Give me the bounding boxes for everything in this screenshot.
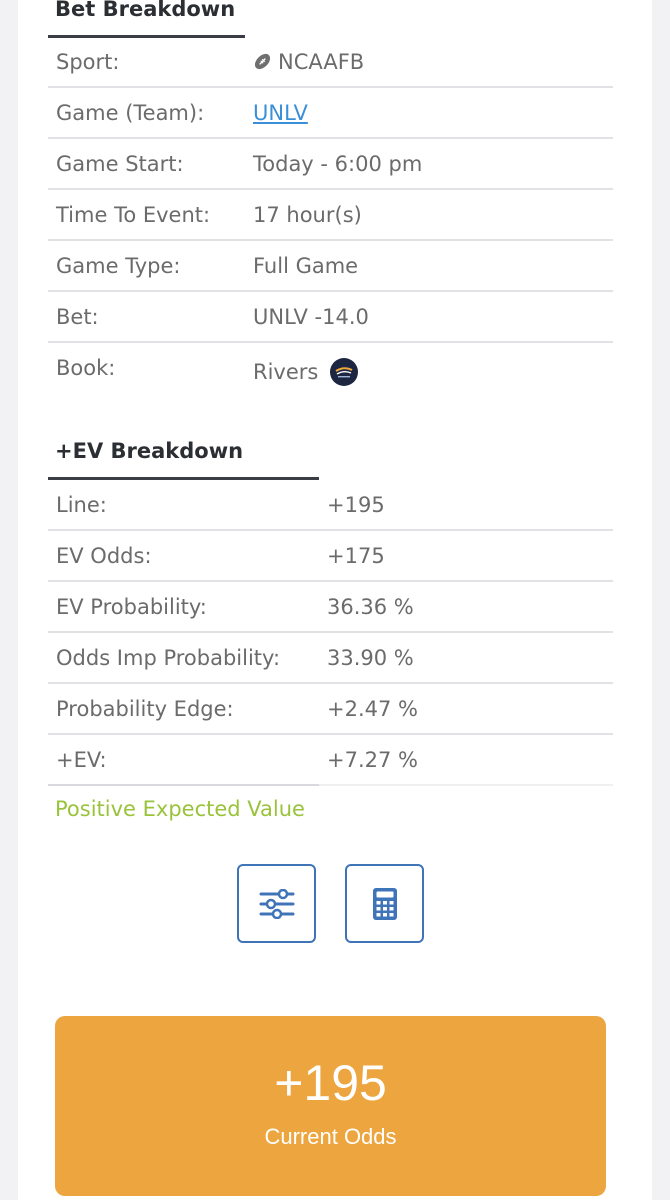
book-value-text: Rivers: [253, 360, 319, 384]
settings-button[interactable]: [237, 864, 316, 943]
ev-probability-value: 36.36 %: [327, 595, 414, 619]
team-link[interactable]: UNLV: [253, 88, 308, 139]
bet-value: UNLV -14.0: [253, 305, 369, 329]
row-book: Book: Rivers: [48, 343, 613, 398]
bet-label: Bet:: [56, 305, 99, 329]
game-team-label: Game (Team):: [56, 101, 205, 125]
rivers-logo-icon: [330, 358, 359, 386]
row-probability-edge: Probability Edge: +2.47 %: [48, 684, 613, 735]
plus-ev-value: +7.27 %: [327, 748, 418, 772]
ev-odds-value: +175: [327, 544, 385, 568]
odds-imp-probability-value: 33.90 %: [327, 646, 414, 670]
line-value: +195: [327, 493, 385, 517]
current-odds-value: +195: [274, 1055, 387, 1111]
row-plus-ev: +EV: +7.27 %: [48, 735, 613, 786]
plus-ev-label: +EV:: [56, 748, 107, 772]
sport-label: Sport:: [56, 50, 120, 74]
ev-verdict: Positive Expected Value: [55, 797, 305, 821]
plus-ev-underline: [48, 784, 319, 786]
row-game-type: Game Type: Full Game: [48, 241, 613, 292]
row-game-team: Game (Team): UNLV: [48, 88, 613, 139]
row-ev-probability: EV Probability: 36.36 %: [48, 582, 613, 633]
sport-value: NCAAFB: [253, 37, 364, 88]
ev-probability-label: EV Probability:: [56, 595, 207, 619]
row-time-to-event: Time To Event: 17 hour(s): [48, 190, 613, 241]
row-line: Line: +195: [48, 480, 613, 531]
sliders-icon: [259, 888, 294, 919]
game-type-value: Full Game: [253, 254, 359, 278]
game-start-label: Game Start:: [56, 152, 184, 176]
row-odds-imp-probability: Odds Imp Probability: 33.90 %: [48, 633, 613, 684]
row-sport: Sport: NCAAFB: [48, 37, 613, 88]
time-to-event-value: 17 hour(s): [253, 203, 362, 227]
bet-breakdown-title: Bet Breakdown: [55, 0, 236, 21]
calculator-icon: [372, 887, 397, 920]
line-label: Line:: [56, 493, 107, 517]
row-bet: Bet: UNLV -14.0: [48, 292, 613, 343]
sport-value-text: NCAAFB: [278, 50, 365, 74]
ev-breakdown-title: +EV Breakdown: [55, 439, 244, 463]
game-type-label: Game Type:: [56, 254, 181, 278]
current-odds-caption: Current Odds: [264, 1124, 397, 1149]
football-icon: [254, 53, 271, 70]
row-ev-odds: EV Odds: +175: [48, 531, 613, 582]
probability-edge-label: Probability Edge:: [56, 697, 234, 721]
current-odds-card[interactable]: +195 Current Odds: [55, 1016, 606, 1196]
probability-edge-value: +2.47 %: [327, 697, 418, 721]
book-label: Book:: [56, 356, 116, 380]
book-value: Rivers: [253, 347, 359, 398]
calculator-button[interactable]: [345, 864, 424, 943]
game-start-value: Today - 6:00 pm: [253, 152, 423, 176]
row-game-start: Game Start: Today - 6:00 pm: [48, 139, 613, 190]
time-to-event-label: Time To Event:: [56, 203, 211, 227]
ev-odds-label: EV Odds:: [56, 544, 152, 568]
odds-imp-probability-label: Odds Imp Probability:: [56, 646, 281, 670]
